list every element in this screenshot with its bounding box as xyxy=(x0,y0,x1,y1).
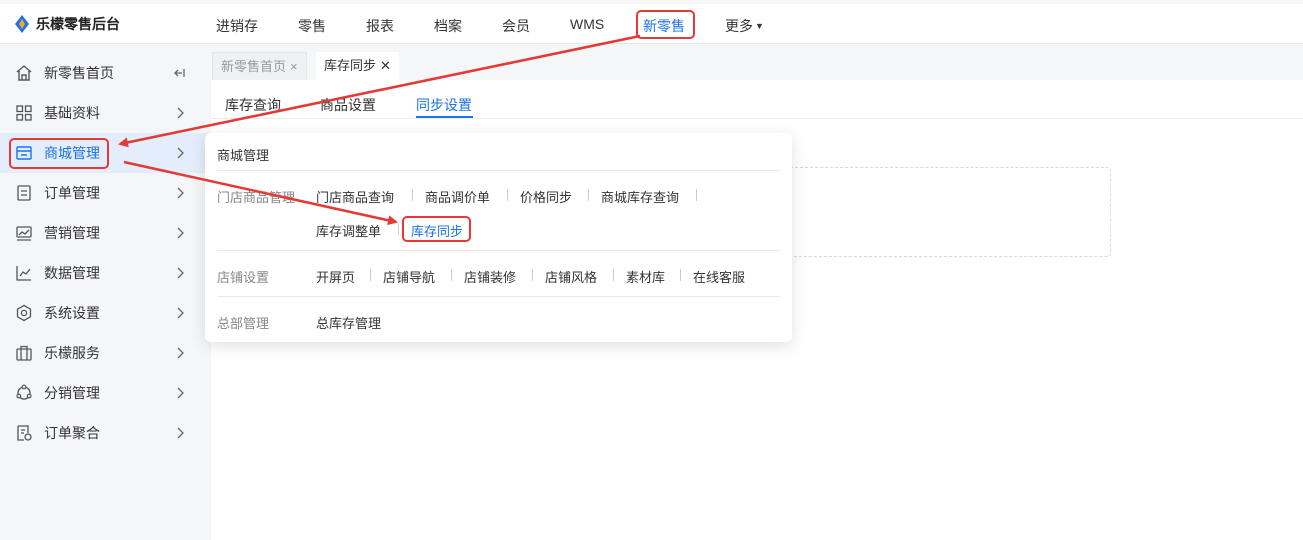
tab-inventory-query[interactable]: 库存查询 xyxy=(225,95,281,115)
divider xyxy=(532,269,533,281)
logo-icon xyxy=(15,15,29,33)
close-icon[interactable]: ✕ xyxy=(380,58,391,73)
collapse-sidebar-icon[interactable] xyxy=(174,67,186,79)
topnav-item-reports[interactable]: 报表 xyxy=(366,16,394,36)
grid-icon xyxy=(16,105,32,121)
sidebar-item-label: 基础资料 xyxy=(44,105,100,121)
chevron-right-icon xyxy=(177,107,184,119)
topnav-item-wms[interactable]: WMS xyxy=(570,16,604,32)
link-store-style[interactable]: 店铺风格 xyxy=(545,267,597,286)
home-icon xyxy=(16,65,32,81)
page-tab-inventory-sync[interactable]: 库存同步 ✕ xyxy=(316,52,399,80)
chevron-right-icon xyxy=(177,227,184,239)
group-hq-management: 总部管理 xyxy=(217,316,270,331)
group-store-products: 门店商品管理 xyxy=(217,190,296,205)
divider xyxy=(217,170,780,171)
page-tab-label: 库存同步 xyxy=(324,58,377,73)
order-icon xyxy=(17,185,31,201)
sidebar-item-order-aggregation[interactable]: 订单聚合 xyxy=(0,413,211,453)
divider xyxy=(412,189,413,201)
chart-icon xyxy=(16,266,31,281)
link-splash-page[interactable]: 开屏页 xyxy=(316,267,355,286)
doc-icon xyxy=(17,425,32,441)
divider xyxy=(370,269,371,281)
topnav-item-retail[interactable]: 零售 xyxy=(298,16,326,36)
topnav-item-archives[interactable]: 档案 xyxy=(434,16,462,36)
sidebar-item-label: 订单聚合 xyxy=(44,425,100,441)
close-icon[interactable]: × xyxy=(290,59,298,74)
sidebar-item-label: 分销管理 xyxy=(44,385,100,401)
chevron-right-icon xyxy=(177,147,184,159)
sidebar-item-label: 乐檬服务 xyxy=(44,345,100,361)
page-tab-bar: 新零售首页 × 库存同步 ✕ xyxy=(211,44,1303,80)
link-store-decoration[interactable]: 店铺装修 xyxy=(464,267,516,286)
sub-tab-bar: 库存查询 商品设置 同步设置 xyxy=(211,80,1303,119)
tab-product-settings[interactable]: 商品设置 xyxy=(320,95,376,115)
chevron-right-icon xyxy=(177,427,184,439)
chevron-right-icon xyxy=(177,267,184,279)
sidebar-item-mall-management[interactable]: 商城管理 xyxy=(0,133,211,173)
divider xyxy=(398,223,399,235)
chevron-right-icon xyxy=(177,187,184,199)
link-price-sync[interactable]: 价格同步 xyxy=(520,187,572,206)
page-tab-new-retail-home[interactable]: 新零售首页 × xyxy=(212,52,307,80)
link-online-service[interactable]: 在线客服 xyxy=(693,267,745,286)
store-icon xyxy=(16,146,32,160)
link-store-navigation[interactable]: 店铺导航 xyxy=(383,267,435,286)
content-placeholder-box xyxy=(771,167,1111,257)
caret-down-icon: ▼ xyxy=(755,21,764,31)
link-inventory-sync[interactable]: 库存同步 xyxy=(411,221,463,240)
topnav-item-more[interactable]: 更多 ▼ xyxy=(725,16,764,36)
more-label: 更多 xyxy=(725,18,753,34)
divider xyxy=(217,296,780,297)
chevron-right-icon xyxy=(177,347,184,359)
divider xyxy=(696,189,697,201)
link-mall-inventory-query[interactable]: 商城库存查询 xyxy=(601,187,679,206)
tab-sync-settings[interactable]: 同步设置 xyxy=(416,95,472,115)
briefcase-icon xyxy=(16,345,32,361)
group-store-settings: 店铺设置 xyxy=(217,270,270,285)
page-tab-label: 新零售首页 xyxy=(221,59,287,74)
sidebar-item-distribution-management[interactable]: 分销管理 xyxy=(0,373,211,413)
divider xyxy=(507,189,508,201)
divider xyxy=(680,269,681,281)
sidebar-item-marketing-management[interactable]: 营销管理 xyxy=(0,213,211,253)
divider xyxy=(451,269,452,281)
top-bar: 乐檬零售后台 进销存 零售 报表 档案 会员 WMS 新零售 更多 ▼ xyxy=(0,0,1303,44)
sidebar-item-label: 营销管理 xyxy=(44,225,100,241)
sidebar-item-lemeng-service[interactable]: 乐檬服务 xyxy=(0,333,211,373)
sidebar-item-label: 订单管理 xyxy=(44,185,100,201)
link-inventory-adjustment[interactable]: 库存调整单 xyxy=(316,221,381,240)
topnav-item-inventory[interactable]: 进销存 xyxy=(216,16,258,36)
sidebar-item-label: 系统设置 xyxy=(44,305,100,321)
network-icon xyxy=(16,384,32,400)
link-store-product-query[interactable]: 门店商品查询 xyxy=(316,187,394,206)
link-material-library[interactable]: 素材库 xyxy=(626,267,665,286)
sidebar-item-label: 数据管理 xyxy=(44,265,100,281)
sidebar: 新零售首页 基础资料 商城管理 订单管理 营销管理 数据管理 系统设置 乐檬服务… xyxy=(0,44,211,540)
chevron-right-icon xyxy=(177,387,184,399)
sidebar-item-data-management[interactable]: 数据管理 xyxy=(0,253,211,293)
mall-management-menu-panel: 商城管理 门店商品管理 门店商品查询 商品调价单 价格同步 商城库存查询 库存调… xyxy=(205,133,792,342)
sidebar-item-label: 新零售首页 xyxy=(44,65,114,81)
sidebar-item-new-retail-home[interactable]: 新零售首页 xyxy=(0,53,211,93)
chevron-right-icon xyxy=(177,307,184,319)
sidebar-item-system-settings[interactable]: 系统设置 xyxy=(0,293,211,333)
divider xyxy=(217,250,780,251)
topnav-item-members[interactable]: 会员 xyxy=(502,16,530,36)
link-total-inventory-management[interactable]: 总库存管理 xyxy=(316,313,381,332)
sidebar-item-order-management[interactable]: 订单管理 xyxy=(0,173,211,213)
gear-icon xyxy=(16,304,32,322)
active-tab-underline xyxy=(416,116,473,118)
sidebar-item-basic-data[interactable]: 基础资料 xyxy=(0,93,211,133)
link-price-adjustment[interactable]: 商品调价单 xyxy=(425,187,490,206)
divider xyxy=(613,269,614,281)
topnav-item-new-retail[interactable]: 新零售 xyxy=(643,16,685,36)
divider xyxy=(588,189,589,201)
app-title: 乐檬零售后台 xyxy=(36,16,120,32)
sidebar-item-label: 商城管理 xyxy=(44,145,100,161)
panel-title: 商城管理 xyxy=(217,148,270,163)
marketing-icon xyxy=(16,226,32,241)
app-logo[interactable]: 乐檬零售后台 xyxy=(14,14,120,34)
